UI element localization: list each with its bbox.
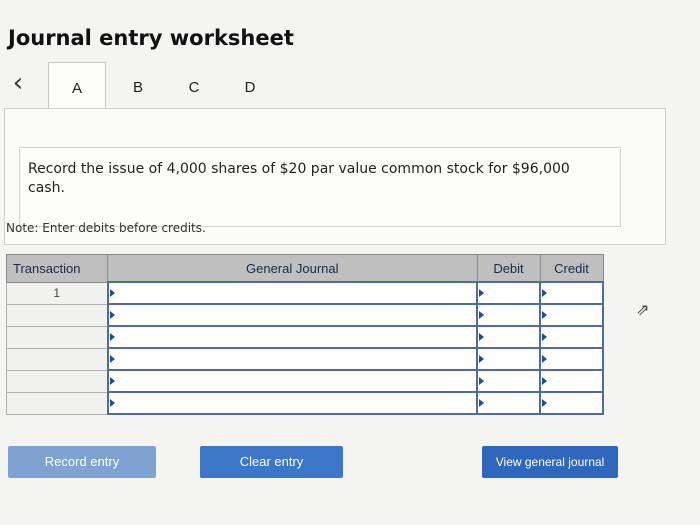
account-cell[interactable] xyxy=(106,347,478,371)
mouse-pointer-icon: ⇗ xyxy=(636,300,650,319)
transaction-cell xyxy=(6,347,108,371)
credit-input[interactable] xyxy=(541,371,602,391)
header-transaction: Transaction xyxy=(6,254,108,283)
journal-table: Transaction General Journal Debit Credit… xyxy=(6,254,604,415)
credit-cell[interactable] xyxy=(539,325,604,349)
tab-c[interactable]: C xyxy=(166,62,222,110)
debit-input[interactable] xyxy=(478,305,539,325)
transaction-cell xyxy=(6,325,108,349)
credit-cell[interactable] xyxy=(539,369,604,393)
table-row xyxy=(6,391,604,415)
tab-b[interactable]: B xyxy=(110,62,166,110)
transaction-cell xyxy=(6,303,108,327)
debit-cell[interactable] xyxy=(476,281,541,305)
debit-input[interactable] xyxy=(478,283,539,303)
table-row xyxy=(6,303,604,327)
transaction-cell xyxy=(6,391,108,415)
journal-header-row: Transaction General Journal Debit Credit xyxy=(6,254,604,283)
header-credit: Credit xyxy=(539,254,604,283)
account-input[interactable] xyxy=(109,305,477,325)
account-cell[interactable] xyxy=(106,391,478,415)
table-row xyxy=(6,369,604,393)
view-general-journal-button[interactable]: View general journal xyxy=(482,446,618,478)
tab-d[interactable]: D xyxy=(222,62,278,110)
transaction-cell: 1 xyxy=(6,281,108,305)
credit-cell[interactable] xyxy=(539,347,604,371)
account-input[interactable] xyxy=(109,349,477,369)
header-debit: Debit xyxy=(476,254,541,283)
credit-input[interactable] xyxy=(541,349,602,369)
credit-input[interactable] xyxy=(541,393,602,413)
prompt-box: Record the issue of 4,000 shares of $20 … xyxy=(19,147,621,227)
page-title: Journal entry worksheet xyxy=(8,26,294,50)
debit-input[interactable] xyxy=(478,327,539,347)
account-cell[interactable] xyxy=(106,303,478,327)
chevron-left-icon[interactable]: ‹ xyxy=(6,70,30,98)
table-row xyxy=(6,325,604,349)
credit-input[interactable] xyxy=(541,327,602,347)
note-text: Note: Enter debits before credits. xyxy=(6,221,206,235)
debit-cell[interactable] xyxy=(476,325,541,349)
credit-input[interactable] xyxy=(541,305,602,325)
credit-cell[interactable] xyxy=(539,303,604,327)
header-general-journal: General Journal xyxy=(107,254,478,283)
debit-cell[interactable] xyxy=(476,303,541,327)
journal-table-container: Transaction General Journal Debit Credit… xyxy=(6,254,604,434)
table-row xyxy=(6,347,604,371)
debit-cell[interactable] xyxy=(476,347,541,371)
credit-cell[interactable] xyxy=(539,281,604,305)
account-input[interactable] xyxy=(109,393,477,413)
table-row: 1 xyxy=(6,281,604,305)
account-input[interactable] xyxy=(109,327,477,347)
debit-input[interactable] xyxy=(478,349,539,369)
account-input[interactable] xyxy=(109,371,477,391)
transaction-cell xyxy=(6,369,108,393)
credit-input[interactable] xyxy=(541,283,602,303)
credit-cell[interactable] xyxy=(539,391,604,415)
account-cell[interactable] xyxy=(106,281,478,305)
account-input[interactable] xyxy=(109,283,477,303)
tab-a[interactable]: A xyxy=(48,62,106,111)
prompt-text: Record the issue of 4,000 shares of $20 … xyxy=(28,161,570,196)
debit-cell[interactable] xyxy=(476,369,541,393)
clear-entry-button[interactable]: Clear entry xyxy=(200,446,343,478)
account-cell[interactable] xyxy=(106,325,478,349)
debit-input[interactable] xyxy=(478,393,539,413)
debit-cell[interactable] xyxy=(476,391,541,415)
record-entry-button[interactable]: Record entry xyxy=(8,446,156,478)
account-cell[interactable] xyxy=(106,369,478,393)
debit-input[interactable] xyxy=(478,371,539,391)
